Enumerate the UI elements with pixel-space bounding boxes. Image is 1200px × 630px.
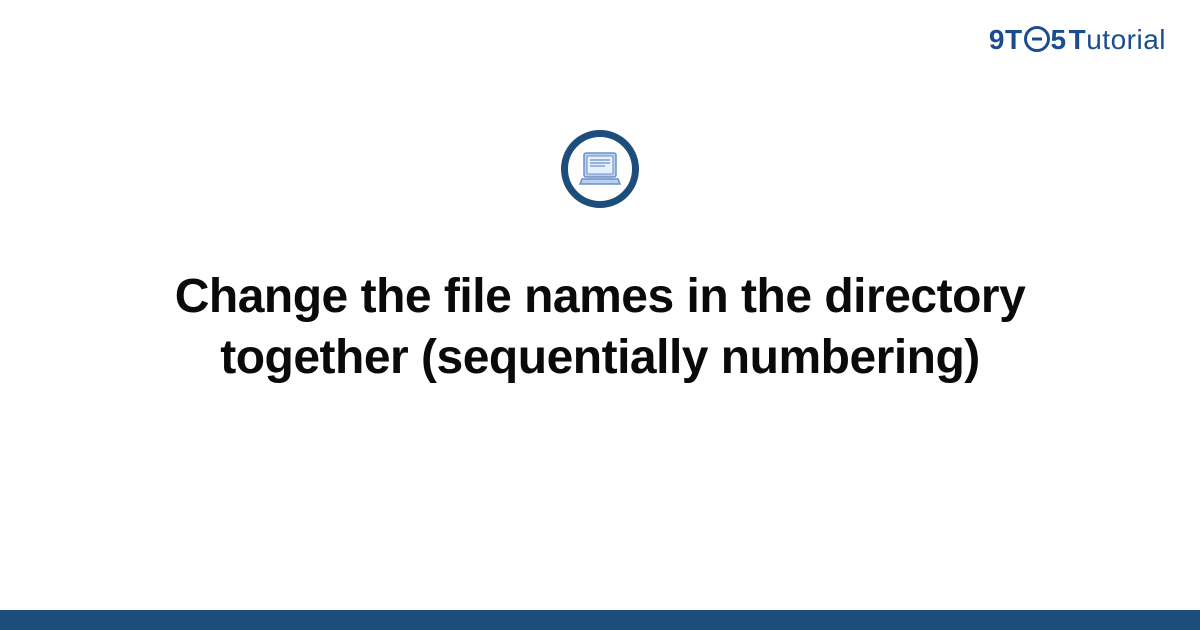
logo-t2: T <box>1069 24 1087 55</box>
page-title: Change the file names in the directory t… <box>140 266 1060 389</box>
logo-tutorial: Tutorial <box>1069 24 1166 56</box>
laptop-icon-ring <box>561 130 639 208</box>
logo-o-icon <box>1024 26 1050 52</box>
logo-nine: 9 <box>989 24 1005 56</box>
main-content: Change the file names in the directory t… <box>0 130 1200 389</box>
brand-logo: 9 T 5 Tutorial <box>989 24 1166 56</box>
footer-bar <box>0 610 1200 630</box>
logo-t1: T <box>1005 24 1023 56</box>
logo-five: 5 <box>1051 24 1067 56</box>
laptop-icon <box>579 151 621 187</box>
logo-utorial: utorial <box>1086 24 1166 55</box>
